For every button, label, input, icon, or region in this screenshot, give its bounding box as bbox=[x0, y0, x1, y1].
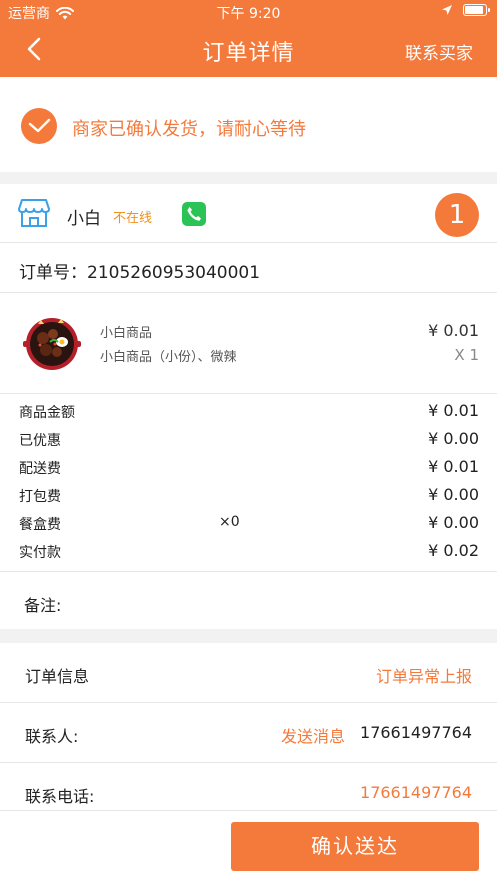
divider bbox=[0, 810, 497, 811]
confirm-delivery-button[interactable]: 确认送达 bbox=[231, 822, 479, 871]
status-notice: 商家已确认发货，请耐心等待 bbox=[0, 77, 497, 172]
divider bbox=[0, 571, 497, 572]
notice-text: 商家已确认发货，请耐心等待 bbox=[72, 119, 306, 140]
back-arrow-icon[interactable] bbox=[20, 34, 50, 64]
shop-name: 小白 bbox=[67, 209, 101, 229]
contact-buyer-button[interactable]: 联系买家 bbox=[405, 39, 473, 64]
phone-number-link[interactable]: 17661497764 bbox=[360, 783, 472, 802]
fee-value: ¥ 0.00 bbox=[428, 429, 479, 448]
fee-label: 已优惠 bbox=[19, 433, 61, 449]
remark-label: 备注: bbox=[24, 596, 62, 615]
product-price: ¥ 0.01 bbox=[428, 321, 479, 340]
fee-label: 配送费 bbox=[19, 461, 61, 477]
report-exception-link[interactable]: 订单异常上报 bbox=[376, 663, 472, 687]
fee-value: ¥ 0.00 bbox=[428, 485, 479, 504]
container-count: ×0 bbox=[219, 514, 240, 530]
fee-value: ¥ 0.01 bbox=[428, 401, 479, 420]
fee-value: ¥ 0.02 bbox=[428, 541, 479, 560]
fee-row-paid: 实付款 ¥ 0.02 bbox=[0, 538, 497, 566]
bottom-action-bar: 确认送达 bbox=[0, 810, 497, 883]
product-name: 小白商品 bbox=[100, 326, 153, 341]
fee-row-container: 餐盒费 ×0 ¥ 0.00 bbox=[0, 510, 497, 538]
fee-value: ¥ 0.00 bbox=[428, 513, 479, 532]
fee-row-packing: 打包费 ¥ 0.00 bbox=[0, 482, 497, 510]
product-spec: 小白商品（小份）、微辣 bbox=[100, 350, 237, 365]
fee-value: ¥ 0.01 bbox=[428, 457, 479, 476]
phone-label: 联系电话: bbox=[25, 787, 95, 806]
divider bbox=[0, 242, 497, 243]
online-status: 不在线 bbox=[113, 211, 153, 226]
clock: 下午 9:20 bbox=[216, 6, 281, 22]
divider bbox=[0, 762, 497, 763]
fee-row-discount: 已优惠 ¥ 0.00 bbox=[0, 426, 497, 454]
send-message-link[interactable]: 发送消息 bbox=[281, 723, 345, 747]
battery-icon bbox=[463, 4, 490, 16]
contact-phone: 17661497764 bbox=[360, 723, 472, 742]
fee-label: 打包费 bbox=[19, 489, 61, 505]
product-quantity: X 1 bbox=[454, 346, 479, 364]
fee-label: 餐盒费 bbox=[19, 517, 61, 533]
order-number: 订单号：2105260953040001 bbox=[19, 263, 261, 283]
check-icon bbox=[21, 108, 57, 144]
fee-label: 商品金额 bbox=[19, 405, 75, 421]
fee-row-delivery: 配送费 ¥ 0.01 bbox=[0, 454, 497, 482]
divider bbox=[0, 393, 497, 394]
shop-icon bbox=[18, 199, 50, 227]
status-bar: 运营商 下午 9:20 bbox=[0, 0, 497, 24]
phone-icon[interactable] bbox=[182, 202, 206, 226]
product-image bbox=[23, 318, 81, 370]
divider bbox=[0, 702, 497, 703]
order-sequence-badge: 1 bbox=[435, 193, 479, 237]
order-info-card: 订单信息 订单异常上报 联系人: 发送消息 17661497764 联系电话: … bbox=[0, 643, 497, 810]
divider bbox=[0, 292, 497, 293]
header: 运营商 下午 9:20 订单详情 联系买家 bbox=[0, 0, 497, 77]
order-card: 小白 不在线 1 订单号：2105260953040001 小白商品 小白商品（… bbox=[0, 184, 497, 629]
fee-row-goods-amount: 商品金额 ¥ 0.01 bbox=[0, 398, 497, 426]
fee-label: 实付款 bbox=[19, 545, 61, 561]
contact-label: 联系人: bbox=[25, 727, 79, 746]
location-arrow-icon bbox=[442, 5, 452, 15]
order-info-label: 订单信息 bbox=[25, 667, 90, 686]
navigation-bar: 订单详情 联系买家 bbox=[0, 26, 497, 74]
